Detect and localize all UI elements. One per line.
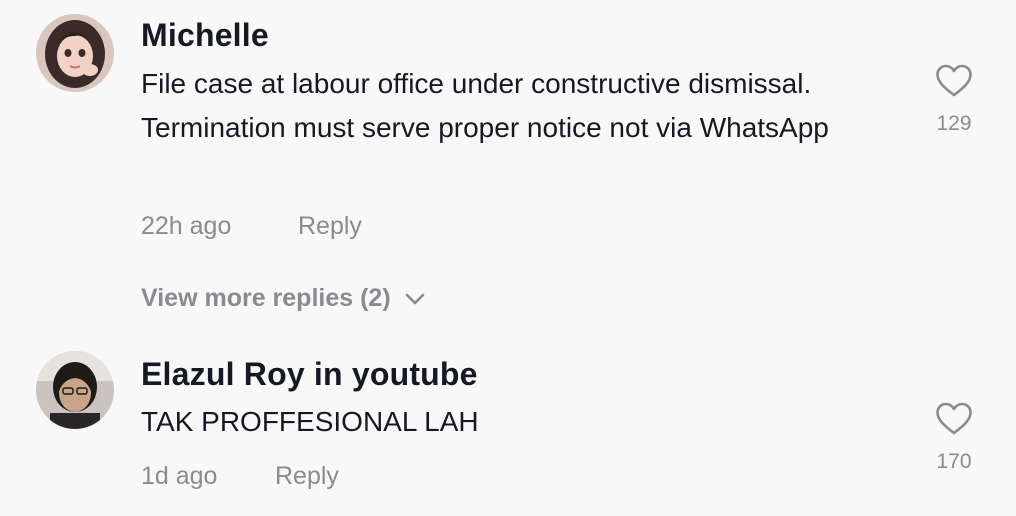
avatar-image xyxy=(36,14,114,92)
comment-author[interactable]: Elazul Roy in youtube xyxy=(141,356,478,393)
heart-outline-icon xyxy=(936,402,972,435)
comment-author[interactable]: Michelle xyxy=(141,17,269,54)
like-count: 129 xyxy=(936,112,972,135)
heart-outline-icon xyxy=(936,64,972,97)
view-more-replies-label: View more replies (2) xyxy=(141,284,391,312)
avatar[interactable] xyxy=(36,351,114,429)
comment-timestamp: 22h ago xyxy=(141,212,232,240)
avatar-image xyxy=(36,351,114,429)
chevron-down-icon xyxy=(405,293,424,304)
like-count: 170 xyxy=(936,450,972,473)
comment-item: Michelle File case at labour office unde… xyxy=(0,0,1016,340)
view-more-replies-button[interactable]: View more replies (2) xyxy=(141,284,425,313)
comment-timestamp: 1d ago xyxy=(141,462,218,490)
reply-button[interactable]: Reply xyxy=(298,212,362,241)
comment-text: File case at labour office under constru… xyxy=(141,68,829,143)
comment-item: Elazul Roy in youtube TAK PROFFESIONAL L… xyxy=(0,340,1016,516)
like-button[interactable]: 170 xyxy=(924,402,984,474)
reply-button[interactable]: Reply xyxy=(275,462,339,491)
avatar[interactable] xyxy=(36,14,114,92)
like-button[interactable]: 129 xyxy=(924,64,984,136)
comment-text: TAK PROFFESIONAL LAH xyxy=(141,406,479,437)
